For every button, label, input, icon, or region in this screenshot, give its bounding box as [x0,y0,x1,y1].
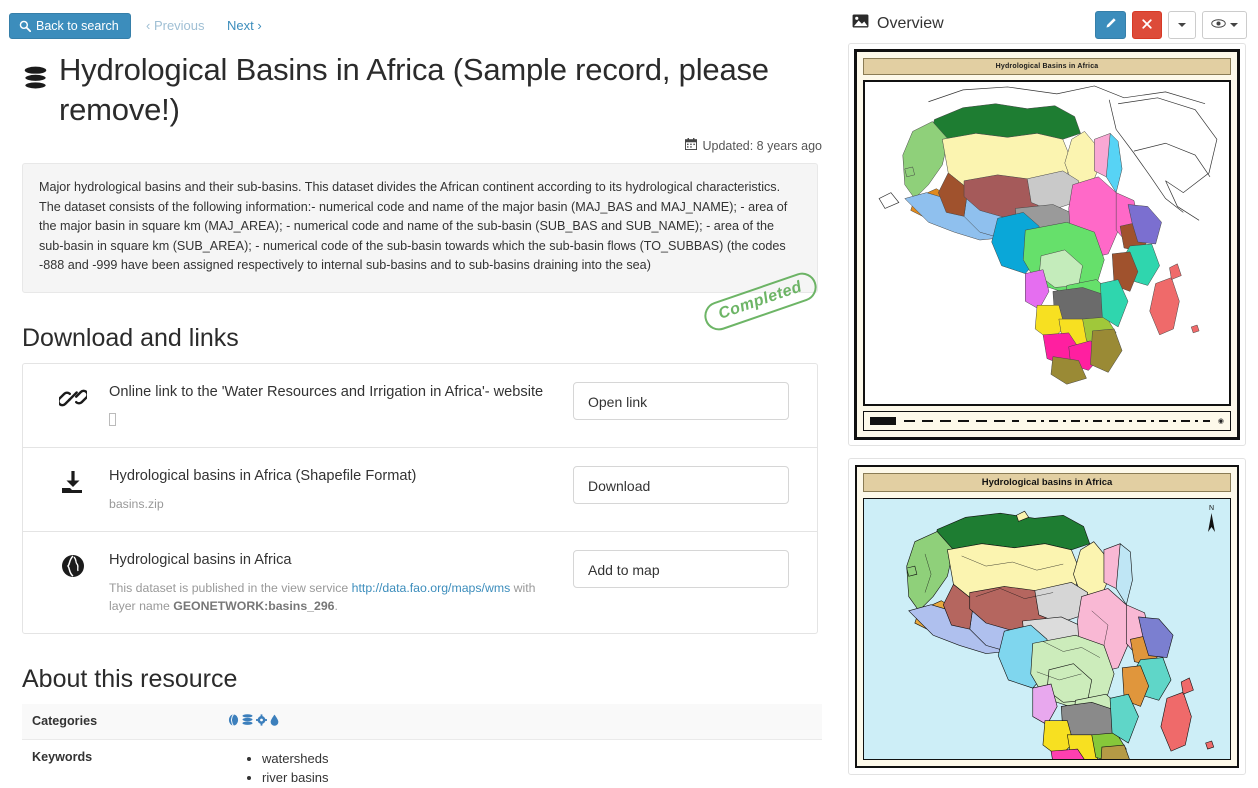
map-legend-bar: ◉ [863,411,1231,431]
globe-icon [37,550,109,578]
list-item: watersheds [262,750,814,769]
title-row: Hydrological Basins in Africa (Sample re… [0,46,840,130]
map-figure-framed: Hydrological Basins in Africa ◉ [854,49,1240,440]
legend-scale-icon [1026,420,1210,422]
north-arrow-icon: N [1207,505,1216,536]
about-heading: About this resource [22,664,238,693]
database-icon [22,66,49,99]
missing-glyph-icon [109,412,116,426]
link-chain-icon [37,382,109,410]
abstract-wrapper: Major hydrological basins and their sub-… [22,163,821,334]
overview-panel: Overview Hydrological Basins in Africa ◉… [848,14,1246,787]
africa-basins-map-detail [864,499,1230,759]
legend-dash-icon [904,420,1019,422]
gear-category-icon[interactable] [256,713,267,729]
list-item: Hydrological basins in Africa This datas… [23,530,817,633]
overview-thumbnail-1[interactable]: Hydrological Basins in Africa ◉ [848,43,1246,446]
list-item: Hydrological basins in Africa (Shapefile… [23,446,817,531]
list-item-subtitle [109,411,559,429]
map-figure-title: Hydrological basins in Africa [863,473,1231,492]
calendar-icon [685,138,698,153]
keywords-list: watersheds river basins water resources … [228,750,814,788]
layer-name-text: GEONETWORK:basins_296 [173,598,335,613]
service-end-text: . [334,598,338,613]
abstract-text: Major hydrological basins and their sub-… [22,163,818,293]
back-to-search-button[interactable]: Back to search [9,13,131,39]
map-figure-blue: Hydrological basins in Africa N [855,465,1239,768]
page-title: Hydrological Basins in Africa (Sample re… [59,52,769,127]
map-figure-title: Hydrological Basins in Africa [863,58,1231,75]
overview-title: Overview [877,14,944,32]
updated-label: Updated: 8 years ago [702,138,822,153]
map-plot-area: N [863,498,1231,760]
next-link[interactable]: Next › [227,18,262,33]
list-item-body: Hydrological basins in Africa (Shapefile… [109,466,573,513]
list-item-action: Open link [573,381,803,420]
overview-thumbnail-2[interactable]: Hydrological basins in Africa N [848,458,1246,775]
download-icon [37,466,109,494]
row-key: Categories [22,703,218,739]
wms-service-link[interactable]: http://data.fao.org/maps/wms [352,581,511,595]
row-value [218,703,822,739]
north-label: N [1208,505,1215,512]
back-to-search-label: Back to search [36,19,119,33]
africa-basins-map [869,82,1225,404]
list-item-filename: basins.zip [109,496,164,511]
table-row: Keywords watersheds river basins water r… [22,739,822,788]
categories-icons [228,713,814,729]
add-to-map-button[interactable]: Add to map [573,549,789,588]
updated-info: Updated: 8 years ago [0,138,840,153]
row-key: Keywords [32,749,93,764]
image-icon [852,14,869,33]
list-item-title: Hydrological basins in Africa (Shapefile… [109,467,417,484]
map-plot-area [863,80,1231,406]
list-item-service-info: This dataset is published in the view se… [109,579,559,615]
list-item-title: Hydrological basins in Africa [109,551,292,568]
layers-category-icon[interactable] [242,713,253,729]
list-item: Online link to the 'Water Resources and … [23,364,817,447]
list-item-body: Online link to the 'Water Resources and … [109,382,573,429]
row-value: watersheds river basins water resources … [218,739,822,788]
legend-swatch-icon [870,417,896,425]
list-item-action: Add to map [573,549,803,588]
list-item-action: Download [573,465,803,504]
water-drop-category-icon[interactable] [270,714,279,729]
about-table: Categories Keywords • watersheds • river… [22,703,822,788]
list-item-title: Online link to the 'Water Resources and … [109,383,544,400]
service-prefix-text: This dataset is published in the view se… [109,580,352,595]
download-button[interactable]: Download [573,465,789,504]
record-page: Back to search ‹ Previous Next › Hydrolo… [0,0,1258,788]
legend-north-icon: ◉ [1217,418,1224,425]
globe-category-icon[interactable] [228,713,239,729]
list-item: river basins [262,769,814,788]
table-row: Categories [22,703,822,739]
search-icon [19,20,31,32]
open-link-button[interactable]: Open link [573,381,789,420]
previous-link[interactable]: ‹ Previous [146,18,205,33]
list-item-body: Hydrological basins in Africa This datas… [109,550,573,615]
record-main: Hydrological Basins in Africa (Sample re… [0,46,840,788]
overview-header: Overview [852,14,1246,33]
downloads-list: Online link to the 'Water Resources and … [22,362,818,634]
